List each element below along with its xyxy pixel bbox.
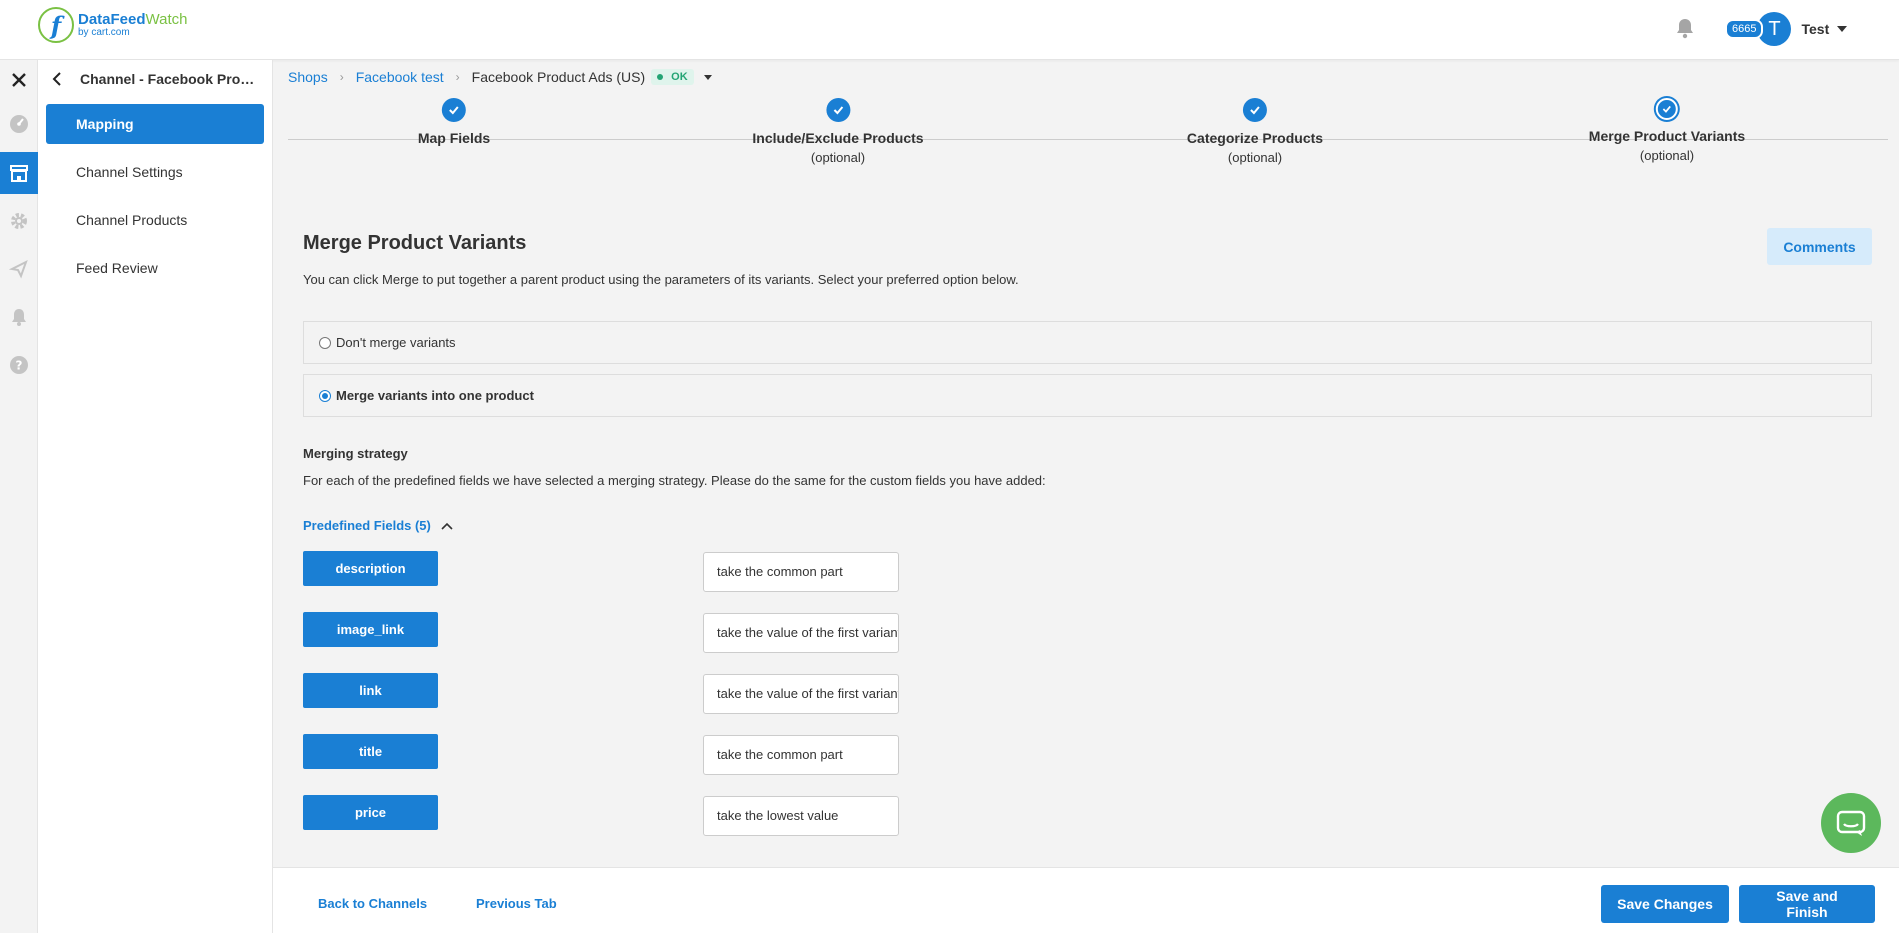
bell-icon[interactable] xyxy=(0,297,38,337)
comments-button[interactable]: Comments xyxy=(1767,228,1872,265)
close-icon[interactable] xyxy=(0,60,38,100)
step-sub: (optional) xyxy=(1639,148,1695,163)
step-label: Map Fields xyxy=(417,130,491,146)
chevron-right-icon: › xyxy=(339,70,344,84)
sidebar-item-feed-review[interactable]: Feed Review xyxy=(46,248,264,288)
send-icon[interactable] xyxy=(0,249,38,289)
dashboard-icon[interactable] xyxy=(0,104,38,144)
bell-icon[interactable] xyxy=(1675,17,1695,39)
app-logo[interactable]: f DataFeedWatch by cart.com xyxy=(38,7,187,43)
merging-strategy-desc: For each of the predefined fields we hav… xyxy=(303,473,1046,488)
logo-text-watch: Watch xyxy=(145,11,188,28)
username[interactable]: Test xyxy=(1801,21,1829,37)
save-changes-button[interactable]: Save Changes xyxy=(1601,885,1729,923)
field-row: image_link take the value of the first v… xyxy=(303,612,903,653)
field-tag: price xyxy=(303,795,438,830)
breadcrumb-channel: Facebook Product Ads (US) xyxy=(471,69,646,85)
chevron-right-icon: › xyxy=(455,70,460,84)
sidebar-item-channel-products[interactable]: Channel Products xyxy=(46,200,264,240)
f-logo-icon: f xyxy=(38,7,74,43)
chat-launcher-icon[interactable] xyxy=(1821,793,1881,853)
icon-rail: ? xyxy=(0,60,38,933)
check-icon xyxy=(826,98,850,122)
field-tag: image_link xyxy=(303,612,438,647)
wizard-stepper: Map Fields Include/Exclude Products (opt… xyxy=(288,88,1888,188)
predefined-fields-toggle[interactable]: Predefined Fields (5) xyxy=(303,518,453,533)
field-row: description take the common part xyxy=(303,551,903,592)
back-arrow-icon[interactable] xyxy=(48,69,68,89)
strategy-select[interactable]: take the common part xyxy=(703,552,899,592)
strategy-select[interactable]: take the lowest value xyxy=(703,796,899,836)
option-label: Don't merge variants xyxy=(336,335,456,350)
sidebar-item-mapping[interactable]: Mapping xyxy=(46,104,264,144)
status-dot-icon xyxy=(657,74,664,80)
radio-dont-merge[interactable] xyxy=(319,336,331,349)
intro-text: You can click Merge to put together a pa… xyxy=(303,272,1019,287)
breadcrumb-shops[interactable]: Shops xyxy=(288,69,328,85)
channel-sidebar: Channel - Facebook Produ... Mapping Chan… xyxy=(38,60,273,933)
gear-icon[interactable] xyxy=(0,201,38,241)
help-icon[interactable]: ? xyxy=(0,345,38,385)
main-content: Shops › Facebook test › Facebook Product… xyxy=(273,60,1899,867)
radio-merge[interactable] xyxy=(319,389,331,402)
step-label: Include/Exclude Products xyxy=(752,130,924,146)
page-title: Merge Product Variants xyxy=(303,232,527,254)
check-icon xyxy=(1655,98,1678,120)
user-menu[interactable]: 6665 T Test xyxy=(1725,12,1848,46)
step-include-exclude[interactable]: Include/Exclude Products (optional) xyxy=(752,98,924,165)
step-merge-variants[interactable]: Merge Product Variants (optional) xyxy=(1589,98,1745,163)
logo-text-main: DataFeed xyxy=(78,11,146,28)
check-icon xyxy=(1242,98,1267,122)
field-row: price take the lowest value xyxy=(303,795,903,836)
step-sub: (optional) xyxy=(810,150,866,165)
svg-text:?: ? xyxy=(16,359,23,373)
field-tag: link xyxy=(303,673,438,708)
step-label: Categorize Products xyxy=(1186,130,1324,146)
status-label: OK xyxy=(671,71,688,83)
check-icon xyxy=(441,98,466,122)
option-label: Merge variants into one product xyxy=(336,388,534,403)
field-tag: description xyxy=(303,551,438,586)
step-label: Merge Product Variants xyxy=(1588,128,1746,144)
field-tag: title xyxy=(303,734,438,769)
breadcrumb: Shops › Facebook test › Facebook Product… xyxy=(288,69,712,85)
previous-tab-link[interactable]: Previous Tab xyxy=(476,896,557,911)
notification-count-badge: 6665 xyxy=(1725,19,1764,39)
strategy-select[interactable]: take the value of the first variant xyxy=(703,613,899,653)
step-map-fields[interactable]: Map Fields xyxy=(418,98,490,146)
strategy-select[interactable]: take the value of the first variant xyxy=(703,674,899,714)
sidebar-item-channel-settings[interactable]: Channel Settings xyxy=(46,152,264,192)
chevron-down-icon[interactable] xyxy=(703,74,712,80)
top-header: f DataFeedWatch by cart.com 6665 T Test xyxy=(0,0,1899,60)
step-categorize[interactable]: Categorize Products (optional) xyxy=(1187,98,1323,165)
back-to-channels-link[interactable]: Back to Channels xyxy=(318,896,427,911)
channel-title: Channel - Facebook Produ... xyxy=(80,71,260,87)
logo-subtitle: by cart.com xyxy=(78,27,130,38)
predefined-fields-label: Predefined Fields (5) xyxy=(303,518,431,533)
shop-icon[interactable] xyxy=(0,152,38,194)
footer-bar: Back to Channels Previous Tab Save Chang… xyxy=(273,867,1899,933)
field-row: link take the value of the first variant xyxy=(303,673,903,714)
field-row: title take the common part xyxy=(303,734,903,775)
option-dont-merge[interactable]: Don't merge variants xyxy=(303,321,1872,364)
status-badge: OK xyxy=(651,69,694,85)
sidebar-header: Channel - Facebook Produ... xyxy=(38,60,272,98)
step-sub: (optional) xyxy=(1227,150,1283,165)
chevron-up-icon[interactable] xyxy=(441,518,453,533)
option-merge[interactable]: Merge variants into one product xyxy=(303,374,1872,417)
save-and-finish-button[interactable]: Save and Finish xyxy=(1739,885,1875,923)
chevron-down-icon[interactable] xyxy=(1837,26,1848,32)
breadcrumb-shop[interactable]: Facebook test xyxy=(356,69,444,85)
strategy-select[interactable]: take the common part xyxy=(703,735,899,775)
merging-strategy-title: Merging strategy xyxy=(303,446,408,461)
